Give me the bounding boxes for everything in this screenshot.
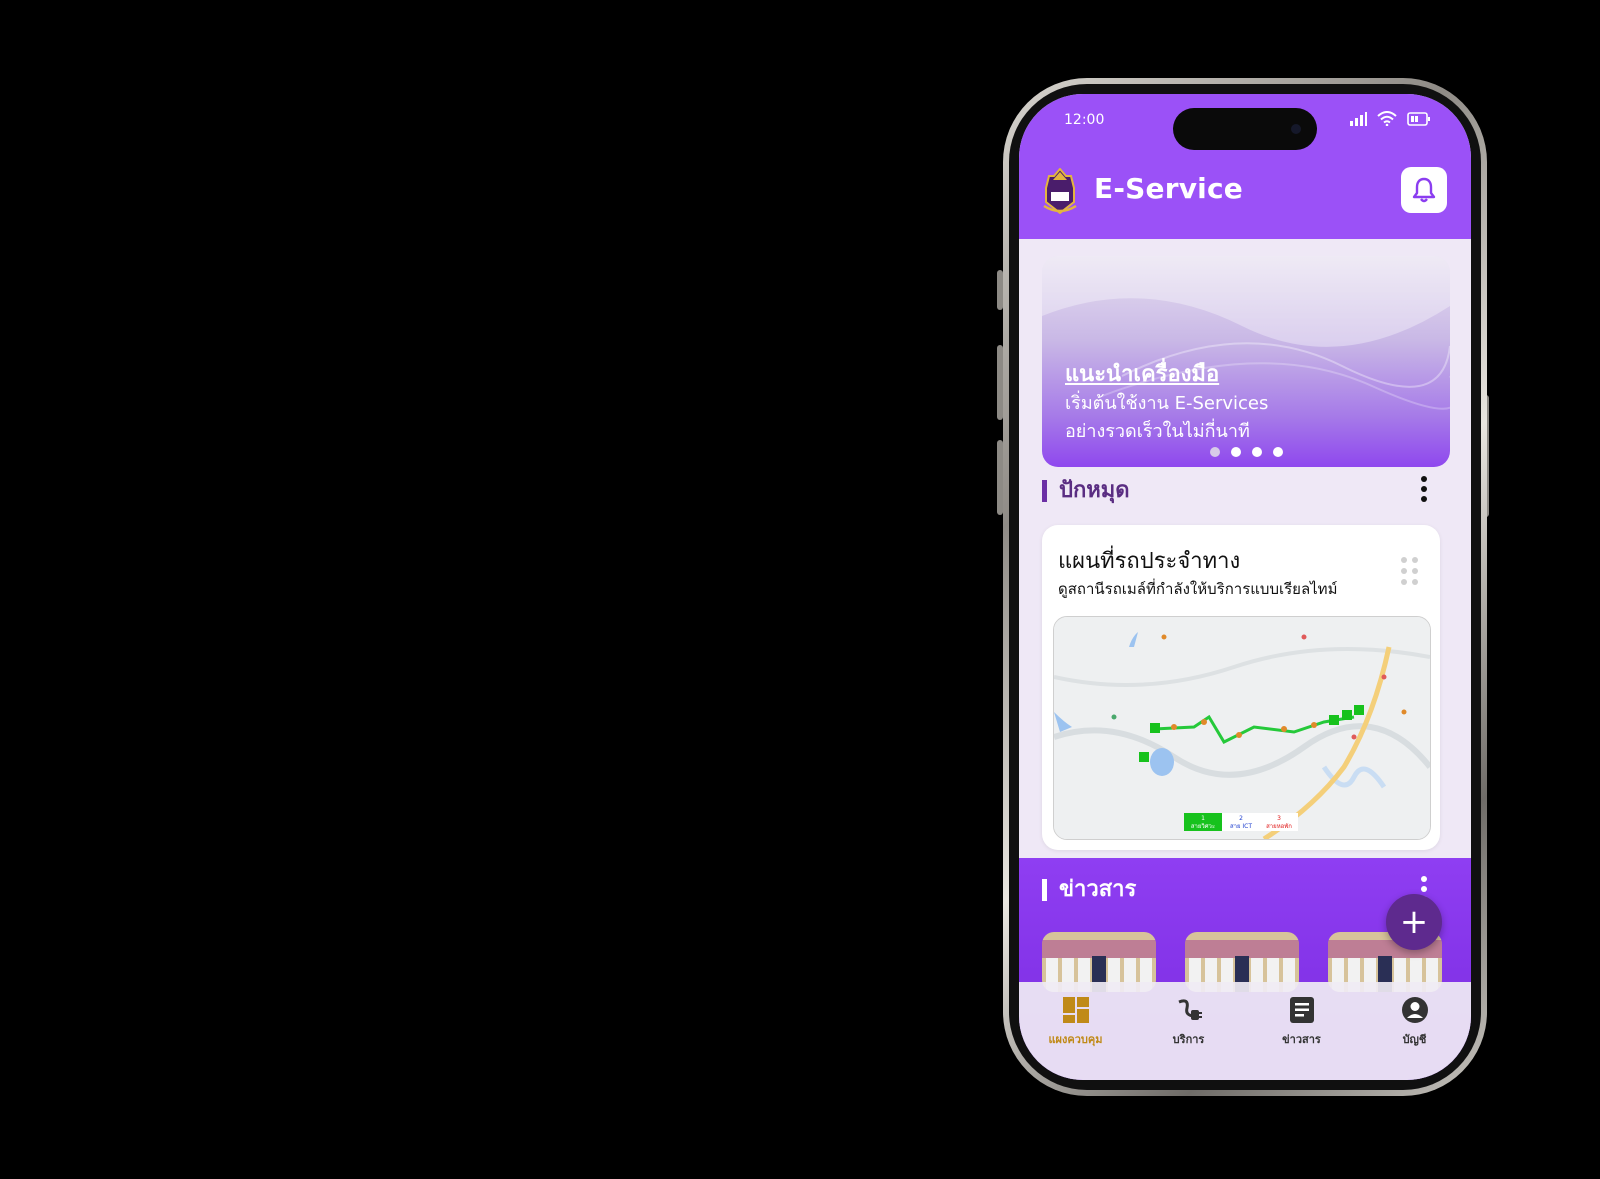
nav-item-dashboard[interactable]: แผงควบคุม <box>1031 996 1121 1048</box>
status-icons <box>1349 111 1431 126</box>
map-legend-num-2: 2 <box>1239 815 1243 822</box>
nav-label: ข่าวสาร <box>1282 1033 1321 1046</box>
map-legend-label-3: สายหอพัก <box>1266 823 1292 830</box>
banner-pagination[interactable] <box>1042 447 1450 457</box>
status-time: 12:00 <box>1064 112 1105 128</box>
banner-title: แนะนำเครื่องมือ <box>1065 362 1220 387</box>
news-section-title: ข่าวสาร <box>1042 879 1136 901</box>
pinned-menu-button[interactable] <box>1421 476 1427 506</box>
map-legend-num-1: 1 <box>1201 815 1205 822</box>
pagination-dot[interactable] <box>1272 447 1283 457</box>
pagination-dot[interactable] <box>1251 447 1262 457</box>
dynamic-island <box>1173 108 1317 150</box>
plug-icon <box>1177 999 1202 1020</box>
phone-screen: 12:00 E-Service แนะนำเครื่องมือ เริ่มต้น… <box>1019 94 1471 1080</box>
university-logo-icon <box>1043 168 1077 214</box>
account-icon <box>1401 997 1428 1023</box>
news-icon <box>1289 997 1314 1023</box>
signal-icon <box>1350 111 1367 126</box>
map-graphic: 1 สายวิศวะ 2 สาย ICT 3 สายหอพัก <box>1054 617 1430 839</box>
app-header: 12:00 E-Service <box>1019 94 1471 239</box>
card-subtitle: ดูสถานีรถเมล์ที่กำลังให้บริการแบบเรียลไท… <box>1058 580 1338 598</box>
bottom-navigation: แผงควบคุม บริการ ข่าวสาร บัญชี <box>1019 982 1471 1080</box>
pagination-dot[interactable] <box>1230 447 1241 457</box>
bus-map-card[interactable]: แผนที่รถประจำทาง ดูสถานีรถเมล์ที่กำลังให… <box>1042 525 1440 850</box>
battery-icon <box>1407 111 1430 126</box>
nav-label: บริการ <box>1172 1033 1205 1046</box>
nav-item-news[interactable]: ข่าวสาร <box>1257 996 1347 1048</box>
promo-banner[interactable]: แนะนำเครื่องมือ เริ่มต้นใช้งาน E-Service… <box>1042 256 1450 467</box>
nav-item-account[interactable]: บัญชี <box>1370 996 1460 1048</box>
banner-subtitle-1: เริ่มต้นใช้งาน E-Services <box>1065 393 1269 414</box>
nav-label: บัญชี <box>1402 1033 1427 1046</box>
wifi-icon <box>1377 111 1397 126</box>
drag-handle-icon[interactable] <box>1401 557 1418 585</box>
notification-button[interactable] <box>1401 167 1447 213</box>
card-title: แผนที่รถประจำทาง <box>1058 549 1241 574</box>
bell-icon <box>1412 177 1436 203</box>
banner-subtitle-2: อย่างรวดเร็วในไม่กี่นาที <box>1065 421 1250 442</box>
nav-item-services[interactable]: บริการ <box>1144 996 1234 1048</box>
bus-route-map[interactable]: 1 สายวิศวะ 2 สาย ICT 3 สายหอพัก <box>1053 616 1431 840</box>
map-legend-label-2: สาย ICT <box>1230 823 1252 830</box>
map-legend-num-3: 3 <box>1277 815 1281 822</box>
add-fab-button[interactable]: + <box>1386 894 1442 950</box>
nav-label: แผงควบคุม <box>1048 1033 1103 1046</box>
pinned-section-title: ปักหมุด <box>1042 480 1130 502</box>
pagination-dot[interactable] <box>1209 447 1220 457</box>
dashboard-icon <box>1062 997 1089 1023</box>
app-title: E-Service <box>1094 172 1243 205</box>
map-legend-label-1: สายวิศวะ <box>1191 823 1215 830</box>
